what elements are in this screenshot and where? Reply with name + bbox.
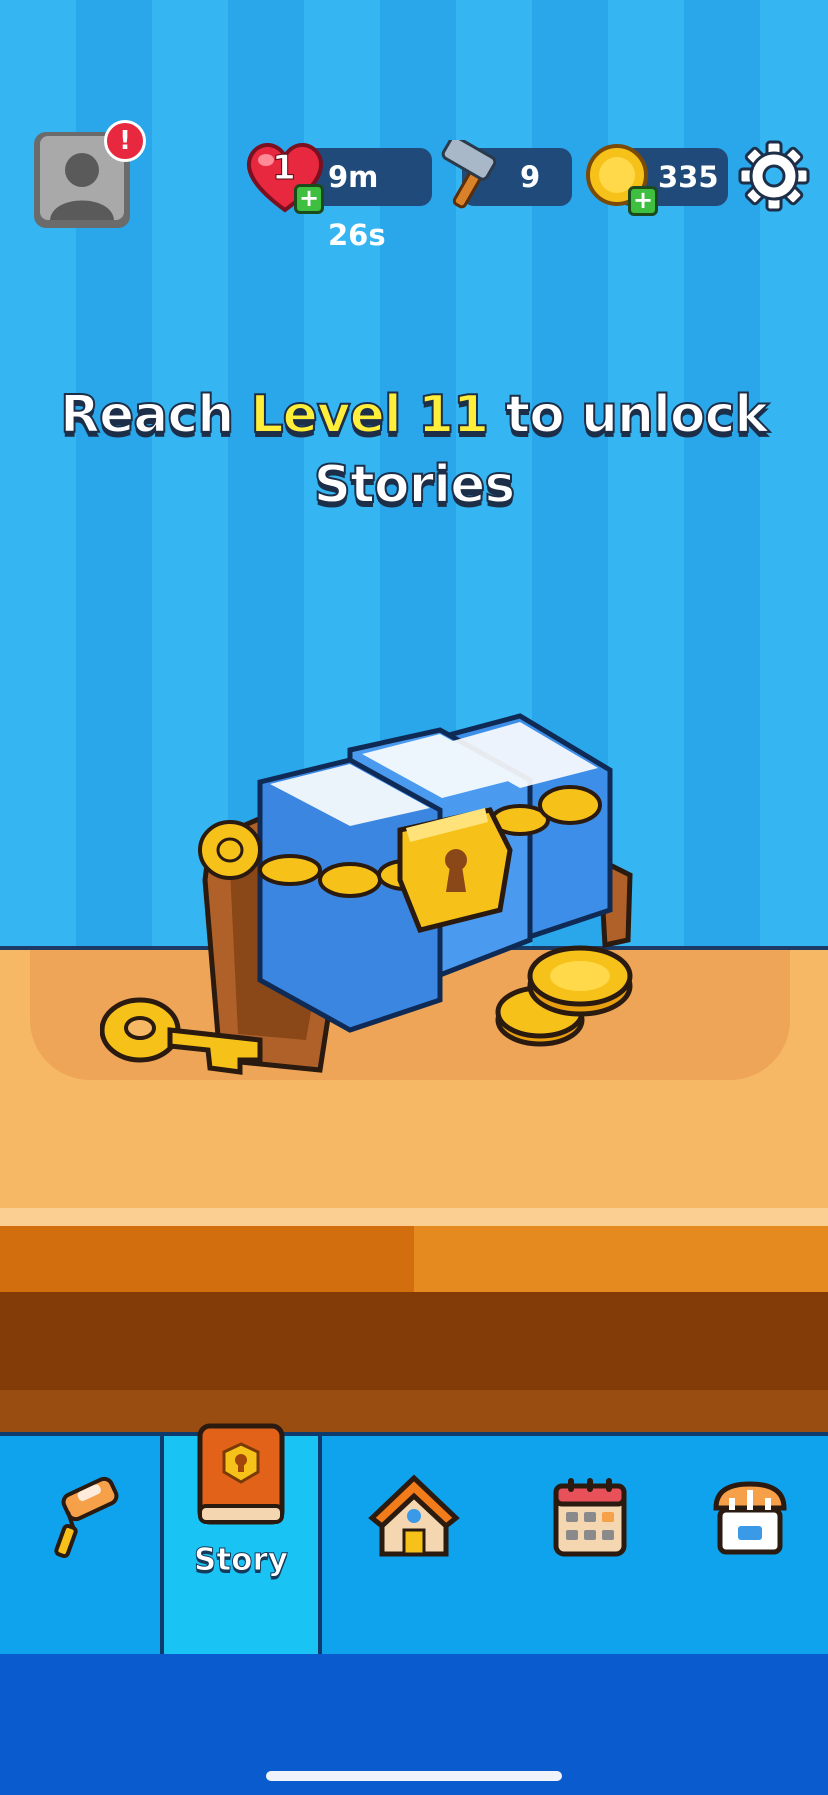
home-indicator[interactable] [266, 1771, 562, 1781]
coin-count: 335 [658, 160, 719, 194]
profile-button[interactable]: ! [32, 120, 146, 232]
table-front [0, 1292, 828, 1390]
add-lives-icon[interactable]: + [294, 184, 324, 214]
shop-icon [713, 1481, 787, 1555]
table-base [0, 1390, 828, 1434]
paint-roller-icon [54, 1476, 119, 1559]
settings-gear-icon[interactable] [738, 140, 810, 212]
lives-timer: 9m 26s [328, 160, 386, 252]
nav-item-story[interactable]: Story [160, 1423, 322, 1654]
nav-item-shop[interactable] [672, 1436, 828, 1654]
story-book-icon [197, 1423, 285, 1525]
unlock-message-line2: Stories [313, 454, 517, 516]
nav-item-decorate[interactable] [0, 1436, 160, 1654]
nav-item-events[interactable] [508, 1436, 672, 1654]
locked-stories-illustration [100, 713, 633, 1075]
unlock-prefix: Reach [59, 384, 235, 446]
hammer-count: 9 [520, 160, 541, 194]
table-lip [0, 1208, 828, 1226]
table-edge-right [414, 1226, 828, 1292]
notification-badge: ! [104, 120, 146, 162]
bottom-nav-bar: Story [0, 1423, 828, 1658]
calendar-icon [553, 1478, 627, 1557]
game-screen: ! 9m 26s 1 + 9 335 + Reach Level 11 to u… [0, 0, 828, 1795]
table-edge-left [0, 1226, 414, 1292]
unlock-suffix: to unlock [504, 384, 770, 446]
nav-item-home[interactable] [318, 1436, 508, 1654]
hammer-icon [441, 140, 497, 209]
coin-icon[interactable]: + [584, 142, 658, 216]
unlock-message-line1: Reach Level 11 to unlock [0, 384, 828, 446]
add-coins-icon[interactable]: + [628, 186, 658, 216]
house-icon [368, 1474, 460, 1557]
nav-story-label: Story [194, 1542, 289, 1579]
lives-count: 1 [272, 148, 297, 189]
heart-icon[interactable]: 1 + [244, 138, 326, 216]
notification-badge-text: ! [119, 126, 131, 156]
unlock-level: Level 11 [249, 384, 490, 446]
